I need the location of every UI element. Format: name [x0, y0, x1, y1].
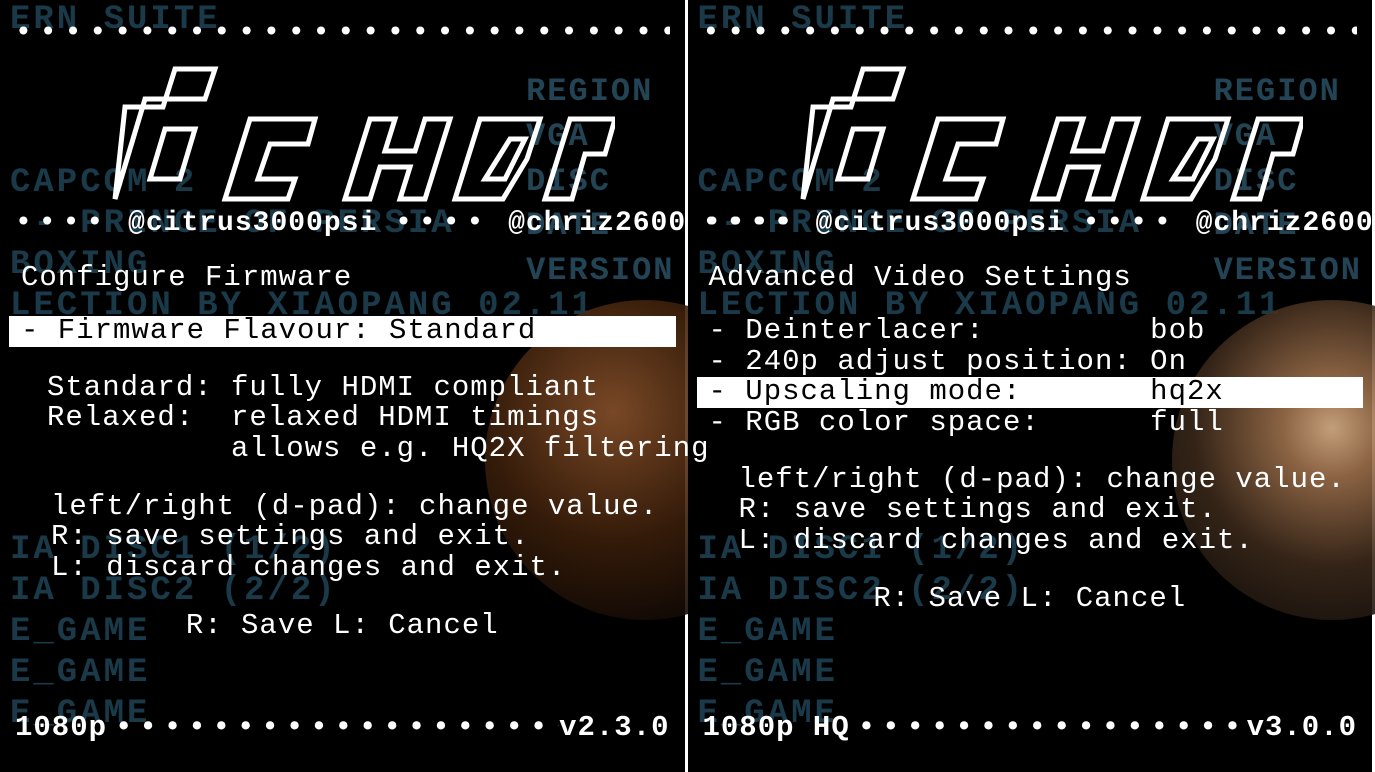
menu-heading: Advanced Video Settings	[709, 261, 1358, 294]
status-footer: 1080p HQ •••••••••••••••••••••••••••• v3…	[703, 711, 1358, 744]
footer-dots: ••••••••••••••••••••••••••••••	[107, 711, 559, 744]
dchdmi-logo	[55, 59, 670, 214]
menu-item[interactable]: - 240p adjust position: On	[703, 347, 1358, 378]
credit-a: @citrus3000psi	[128, 208, 377, 239]
menu-heading: Configure Firmware	[21, 261, 670, 294]
menu-description: Standard: fully HDMI compliant Relaxed: …	[15, 373, 670, 464]
menu-item[interactable]: - Upscaling mode: hq2x	[697, 377, 1364, 408]
save-cancel-hint: R: Save L: Cancel	[15, 609, 670, 642]
control-hints: left/right (d-pad): change value. R: sav…	[703, 465, 1358, 556]
panel-left: ERN SUITE CAPCOM 2 - PRINCE OF PERSIA BO…	[0, 0, 688, 772]
credits-line: •••• @citrus3000psi •••• @chriz2600 ••••	[703, 208, 1358, 239]
firmware-version: v3.0.0	[1247, 711, 1357, 744]
save-cancel-hint: R: Save L: Cancel	[703, 582, 1358, 615]
credit-b: @chriz2600	[508, 208, 686, 239]
menu-item[interactable]: - Firmware Flavour: Standard	[9, 316, 676, 347]
menu-list: - Firmware Flavour: Standard	[15, 316, 670, 347]
top-border-dots: ••••••••••••••••••••••••••••••••••••	[15, 18, 670, 49]
menu-list: - Deinterlacer: bob- 240p adjust positio…	[703, 316, 1358, 439]
video-mode: 1080p HQ	[703, 711, 850, 744]
menu-item[interactable]: - Deinterlacer: bob	[703, 316, 1358, 347]
video-mode: 1080p	[15, 711, 107, 744]
credit-b: @chriz2600	[1196, 208, 1374, 239]
status-footer: 1080p •••••••••••••••••••••••••••••• v2.…	[15, 711, 670, 744]
credit-a: @citrus3000psi	[816, 208, 1065, 239]
top-border-dots: ••••••••••••••••••••••••••••••••••••	[703, 18, 1358, 49]
footer-dots: ••••••••••••••••••••••••••••	[850, 711, 1247, 744]
panel-right: ERN SUITE CAPCOM 2 - PRINCE OF PERSIA BO…	[688, 0, 1375, 772]
credits-line: •••• @citrus3000psi •••• @chriz2600 ••••	[15, 208, 670, 239]
menu-item[interactable]: - RGB color space: full	[703, 408, 1358, 439]
control-hints: left/right (d-pad): change value. R: sav…	[15, 492, 670, 583]
dchdmi-logo	[743, 59, 1358, 214]
firmware-version: v2.3.0	[559, 711, 669, 744]
